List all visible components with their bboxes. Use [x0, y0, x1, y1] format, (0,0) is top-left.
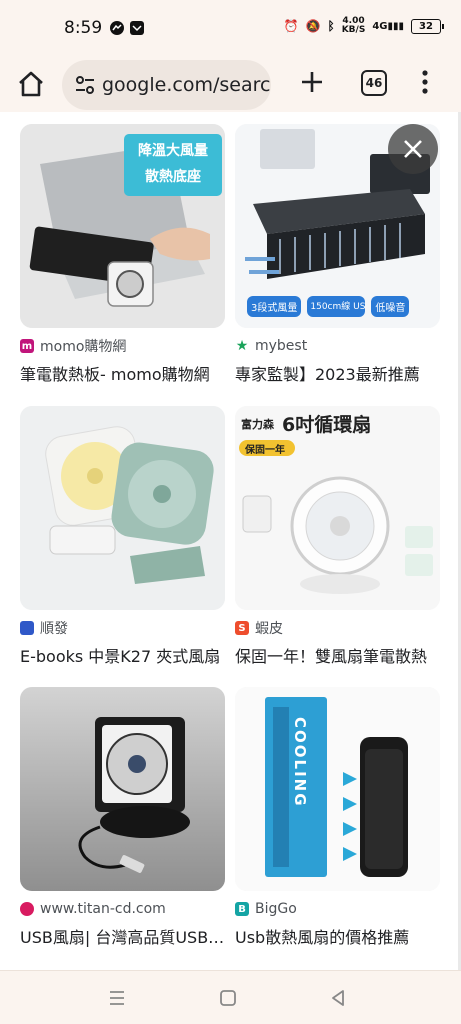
- close-icon: [404, 140, 422, 158]
- network-speed: 4.00 KB/S: [342, 17, 366, 35]
- favicon-glyph: S: [238, 622, 246, 634]
- titan-favicon-icon: [20, 902, 34, 916]
- result-title[interactable]: 專家監製】2023最新推薦: [235, 361, 440, 385]
- source-name: www.titan-cd.com: [40, 901, 166, 917]
- result-image[interactable]: 降溫大風量 散熱底座: [20, 124, 225, 328]
- more-menu-button[interactable]: [413, 68, 437, 96]
- cooling-tower-fan-image: [235, 687, 440, 891]
- home-button[interactable]: [15, 68, 47, 100]
- result-source[interactable]: B BigGo: [235, 899, 440, 919]
- result-source[interactable]: m momo購物網: [20, 336, 225, 356]
- tab-count: 46: [365, 76, 383, 90]
- status-bar: 8:59 ⏰ 🔕 ᛒ 4.00 KB/S 4G▮▮▮ 32: [0, 0, 461, 56]
- back-nav-button[interactable]: [327, 987, 349, 1009]
- result-title[interactable]: Usb散熱風扇的價格推薦: [235, 924, 440, 948]
- result-image[interactable]: 富力森 6吋循環扇 保固一年: [235, 406, 440, 610]
- source-name: 順發: [40, 621, 68, 637]
- title-text: E-books 中景K27 夾式風扇: [20, 647, 221, 666]
- result-title[interactable]: E-books 中景K27 夾式風扇: [20, 643, 225, 667]
- usb-desk-fan-image: [20, 687, 225, 891]
- signal-label: 4G: [372, 20, 388, 32]
- mybest-favicon-icon: ★: [235, 338, 249, 354]
- result-source[interactable]: S 蝦皮: [235, 618, 440, 638]
- new-tab-button[interactable]: [298, 68, 326, 96]
- banner-line: 降溫大風量: [138, 143, 208, 159]
- result-card[interactable]: 順發 E-books 中景K27 夾式風扇: [20, 406, 225, 667]
- home-nav-button[interactable]: [217, 987, 239, 1009]
- biggo-favicon-icon: B: [235, 902, 249, 916]
- source-name: mybest: [255, 338, 308, 354]
- source-name: 蝦皮: [255, 621, 283, 637]
- result-image[interactable]: [20, 687, 225, 891]
- title-text: USB風扇| 台灣高品質USB風扇: [20, 928, 225, 947]
- result-title[interactable]: 保固一年！雙風扇筆電散熱: [235, 643, 440, 667]
- feature-badge: 3段式風量: [247, 296, 302, 317]
- url-text: google.com/search: [102, 74, 271, 96]
- result-source[interactable]: ★ mybest: [235, 336, 440, 356]
- result-card[interactable]: 富力森 6吋循環扇 保固一年 S 蝦皮 保固一年！雙風扇筆電散熱: [235, 406, 440, 667]
- title-text: Usb散熱風扇的價格推薦: [235, 928, 410, 947]
- store-favicon-icon: [20, 621, 34, 635]
- feature-badge: 低噪音: [371, 296, 410, 317]
- close-button[interactable]: [388, 124, 438, 174]
- net-speed-unit: KB/S: [341, 25, 366, 35]
- favicon-glyph: B: [238, 903, 246, 915]
- ad-header: 富力森 6吋循環扇: [241, 410, 371, 437]
- messenger-notification-icon: [110, 21, 124, 35]
- feature-badges: 3段式風量 150cm線 USB供電 低噪音: [247, 296, 410, 317]
- result-source[interactable]: www.titan-cd.com: [20, 899, 225, 919]
- feature-badge: 150cm線 USB供電: [307, 296, 366, 317]
- signal-icon: 4G▮▮▮: [372, 20, 404, 32]
- image-banner: 降溫大風量 散熱底座: [124, 138, 222, 190]
- site-settings-icon[interactable]: [74, 74, 96, 96]
- source-name: BigGo: [255, 901, 297, 917]
- warranty-label: 保固一年: [245, 445, 285, 456]
- status-time: 8:59: [64, 18, 103, 38]
- result-source[interactable]: 順發: [20, 618, 225, 638]
- banner-line: 散熱底座: [145, 169, 201, 185]
- favicon-glyph: ★: [235, 338, 249, 354]
- alarm-icon: ⏰: [283, 19, 299, 33]
- title-text: 筆電散熱板- momo購物網: [20, 365, 210, 384]
- result-card[interactable]: www.titan-cd.com USB風扇| 台灣高品質USB風扇: [20, 687, 225, 948]
- recent-apps-button[interactable]: [106, 987, 128, 1009]
- result-title[interactable]: 筆電散熱板- momo購物網: [20, 361, 225, 385]
- mute-icon: 🔕: [305, 19, 321, 33]
- result-image[interactable]: [20, 406, 225, 610]
- battery-icon: 32: [411, 18, 444, 34]
- result-card[interactable]: COOLING B BigGo Usb散熱風扇的價格推薦: [235, 687, 440, 948]
- source-name: momo購物網: [40, 339, 127, 355]
- address-bar[interactable]: google.com/search: [62, 60, 271, 110]
- mail-notification-icon: [130, 21, 144, 35]
- headline-label: 6吋循環扇: [282, 414, 372, 436]
- box-label: COOLING: [291, 717, 309, 808]
- system-nav-bar: [0, 970, 461, 1024]
- bluetooth-icon: ᛒ: [327, 19, 335, 33]
- result-card[interactable]: 降溫大風量 散熱底座 m momo購物網 筆電散熱板- momo購物網: [20, 124, 225, 385]
- title-text: 保固一年！雙風扇筆電散熱: [235, 647, 428, 666]
- favicon-glyph: m: [21, 340, 33, 352]
- result-title[interactable]: USB風扇| 台灣高品質USB風扇: [20, 924, 225, 948]
- result-image[interactable]: COOLING: [235, 687, 440, 891]
- clip-fan-image: [20, 406, 225, 610]
- momo-favicon-icon: m: [20, 339, 34, 353]
- browser-toolbar: google.com/search 46: [0, 56, 461, 112]
- tab-switcher-button[interactable]: 46: [361, 70, 387, 96]
- shopee-favicon-icon: S: [235, 621, 249, 635]
- title-text: 專家監製】2023最新推薦: [235, 365, 420, 384]
- brand-label: 富力森: [241, 417, 274, 431]
- battery-level: 32: [419, 20, 433, 32]
